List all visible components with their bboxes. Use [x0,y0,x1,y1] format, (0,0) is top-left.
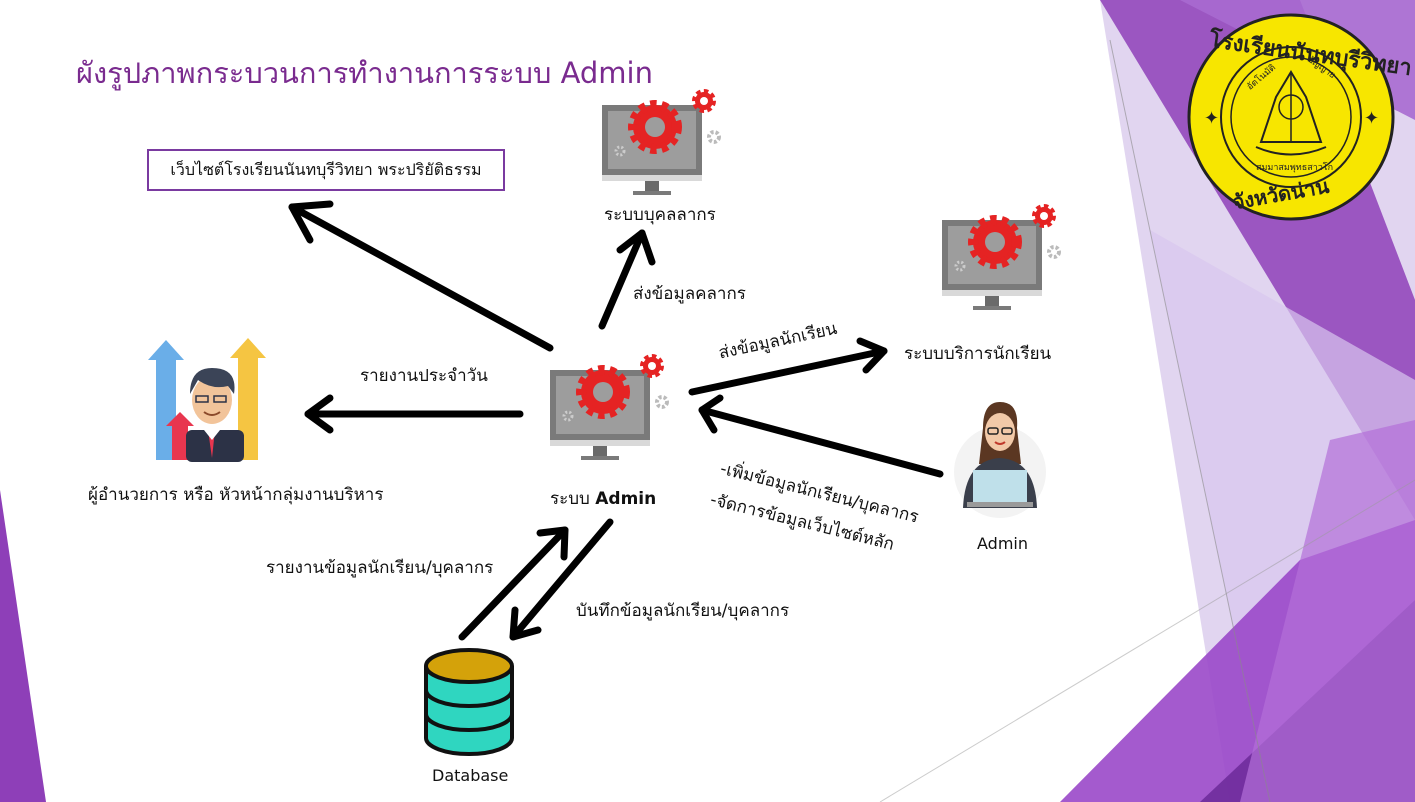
computer-gear-icon [942,204,1061,310]
admin-system-label-bold: Admin [595,489,657,509]
director-label: ผู้อำนวยการ หรือ หัวหน้ากลุ่มงานบริหาร [88,485,384,505]
save-data-label: บันทึกข้อมูลนักเรียน/บุคลากร [576,601,790,621]
admin-woman-icon [954,402,1046,518]
admin-system-label: ระบบ Admin [550,485,656,512]
database-icon [424,648,514,756]
computer-gear-icon [550,354,669,460]
manager-growth-icon [148,338,266,462]
database-label: Database [432,766,509,785]
arrow-to-website [288,203,554,352]
student-service-label: ระบบบริการนักเรียน [904,344,1052,364]
computer-gear-icon [602,89,721,195]
admin-system-label-prefix: ระบบ [550,489,590,509]
admin-person-label: Admin [977,534,1028,553]
daily-report-label: รายงานประจำวัน [360,366,488,386]
send-personnel-label: ส่งข้อมูลคลากร [633,284,746,304]
report-data-label: รายงานข้อมูลนักเรียน/บุคลากร [266,558,494,578]
personnel-system-label: ระบบบุคลลากร [604,205,716,225]
